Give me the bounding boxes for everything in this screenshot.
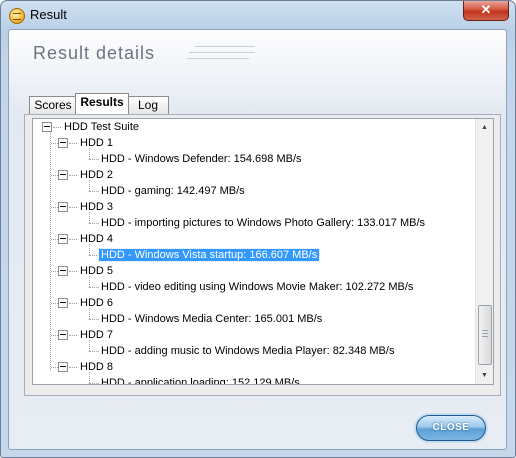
tree-connector xyxy=(51,143,58,144)
tree-group-hdd4[interactable]: HDD 4 xyxy=(78,231,115,247)
tree-group-hdd1[interactable]: HDD 1 xyxy=(78,135,115,151)
tree-connector xyxy=(89,287,99,288)
title-bar[interactable]: Result ✕ xyxy=(1,1,515,29)
app-icon xyxy=(9,8,25,24)
tree-group-label: HDD 2 xyxy=(80,169,114,181)
tree-connector xyxy=(51,367,58,368)
tab-log[interactable]: Log xyxy=(127,96,169,114)
tree-connector xyxy=(69,143,77,144)
tree-item[interactable]: HDD - video editing using Windows Movie … xyxy=(99,279,415,295)
tree-guide-line xyxy=(89,180,90,191)
tree-guide-line xyxy=(89,244,90,255)
tree-group-hdd7[interactable]: HDD 7 xyxy=(78,327,115,343)
tree-connector xyxy=(69,335,77,336)
result-window: Result ✕ Result details Scores Results L… xyxy=(0,0,516,458)
tree-item[interactable]: HDD - adding music to Windows Media Play… xyxy=(99,343,396,359)
tree-group-hdd5[interactable]: HDD 5 xyxy=(78,263,115,279)
tab-results-label: Results xyxy=(80,95,124,109)
tree-item-label: HDD - Windows Media Center: 165.001 MB/s xyxy=(101,313,323,325)
tree-connector xyxy=(53,127,61,128)
tab-scores[interactable]: Scores xyxy=(29,96,77,114)
tree-guide-line xyxy=(89,276,90,287)
tree-group-label: HDD 5 xyxy=(80,265,114,277)
tree-group-hdd6[interactable]: HDD 6 xyxy=(78,295,115,311)
tree-group-label: HDD 1 xyxy=(80,137,114,149)
tree-connector xyxy=(89,159,99,160)
header-decoration xyxy=(187,40,267,70)
tree-guide-line xyxy=(89,308,90,319)
tree-root-label: HDD Test Suite xyxy=(64,121,139,133)
scroll-up-arrow-icon[interactable]: ▲ xyxy=(478,121,491,134)
window-title: Result xyxy=(30,7,67,22)
tree-item-label: HDD - video editing using Windows Movie … xyxy=(101,281,414,293)
group-collapse-toggle[interactable] xyxy=(58,298,68,308)
group-collapse-toggle[interactable] xyxy=(58,138,68,148)
page-title: Result details xyxy=(33,43,156,63)
tree-item-label: HDD - adding music to Windows Media Play… xyxy=(101,345,395,357)
tree-connector xyxy=(51,335,58,336)
results-tree[interactable]: HDD Test Suite HDD 1 HDD - Windows Defen… xyxy=(32,118,494,385)
tab-results[interactable]: Results xyxy=(75,93,129,114)
tree-root[interactable]: HDD Test Suite xyxy=(62,119,141,135)
tree-item[interactable]: HDD - gaming: 142.497 MB/s xyxy=(99,183,247,199)
vertical-scrollbar[interactable]: ▲ ▼ xyxy=(475,119,493,384)
tree-item[interactable]: HDD - Windows Media Center: 165.001 MB/s xyxy=(99,311,324,327)
close-button-label: CLOSE xyxy=(432,422,470,433)
tree-connector xyxy=(89,255,99,256)
root-collapse-toggle[interactable] xyxy=(42,122,52,132)
tree-group-hdd8[interactable]: HDD 8 xyxy=(78,359,115,375)
tree-connector xyxy=(69,175,77,176)
tree-group-label: HDD 6 xyxy=(80,297,114,309)
tab-scores-label: Scores xyxy=(34,98,72,112)
tree-connector xyxy=(89,223,99,224)
tree-item-selected[interactable]: HDD - Windows Vista startup: 166.607 MB/… xyxy=(97,247,321,263)
scroll-down-arrow-icon[interactable]: ▼ xyxy=(478,369,491,382)
tree-connector xyxy=(89,351,99,352)
tree-group-hdd3[interactable]: HDD 3 xyxy=(78,199,115,215)
scrollbar-thumb[interactable] xyxy=(478,305,492,365)
tree-guide-line xyxy=(89,148,90,159)
tree-connector xyxy=(51,271,58,272)
tree-guide-line xyxy=(89,372,90,383)
tree-group-label: HDD 3 xyxy=(80,201,114,213)
tree-connector xyxy=(69,271,77,272)
tree-connector xyxy=(89,383,99,384)
group-collapse-toggle[interactable] xyxy=(58,330,68,340)
tree-group-label: HDD 8 xyxy=(80,361,114,373)
tree-item-label: HDD - Windows Defender: 154.698 MB/s xyxy=(101,153,302,165)
tab-log-label: Log xyxy=(137,98,159,112)
close-button[interactable]: CLOSE xyxy=(416,415,486,441)
tree-item[interactable]: HDD - application loading: 152.129 MB/s xyxy=(99,375,302,385)
group-collapse-toggle[interactable] xyxy=(58,234,68,244)
group-collapse-toggle[interactable] xyxy=(58,266,68,276)
tree-group-hdd2[interactable]: HDD 2 xyxy=(78,167,115,183)
tree-connector xyxy=(51,303,58,304)
tree-connector xyxy=(69,367,77,368)
tree-item[interactable]: HDD - Windows Defender: 154.698 MB/s xyxy=(99,151,304,167)
tree-item-label: HDD - gaming: 142.497 MB/s xyxy=(101,185,245,197)
tree-connector xyxy=(51,175,58,176)
group-collapse-toggle[interactable] xyxy=(58,170,68,180)
tree-connector xyxy=(69,303,77,304)
tree-connector xyxy=(69,207,77,208)
tree-group-label: HDD 7 xyxy=(80,329,114,341)
tree-guide-line xyxy=(89,340,90,351)
group-collapse-toggle[interactable] xyxy=(58,362,68,372)
tree-group-label: HDD 4 xyxy=(80,233,114,245)
tree-connector xyxy=(89,191,99,192)
tree-item-label: HDD - application loading: 152.129 MB/s xyxy=(101,377,300,385)
close-icon: ✕ xyxy=(480,2,492,17)
tree-item-label: HDD - Windows Vista startup: 166.607 MB/… xyxy=(97,248,321,262)
tree-connector xyxy=(51,239,58,240)
tree-guide-line xyxy=(89,212,90,223)
dialog-body: Result details Scores Results Log HDD Te… xyxy=(8,29,507,450)
tree-connector xyxy=(89,319,99,320)
group-collapse-toggle[interactable] xyxy=(58,202,68,212)
tree-connector xyxy=(69,239,77,240)
window-close-button[interactable]: ✕ xyxy=(463,1,509,21)
tree-connector xyxy=(51,207,58,208)
tree-item[interactable]: HDD - importing pictures to Windows Phot… xyxy=(99,215,427,231)
tree-item-label: HDD - importing pictures to Windows Phot… xyxy=(101,217,426,229)
